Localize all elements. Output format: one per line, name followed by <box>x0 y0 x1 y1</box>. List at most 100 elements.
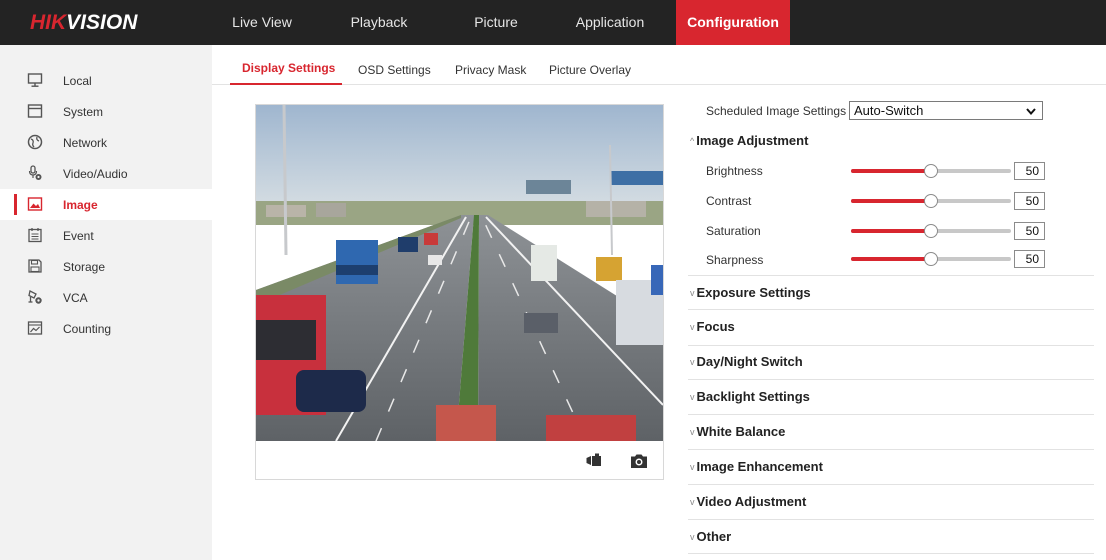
saturation-label: Saturation <box>706 224 761 238</box>
section-divider <box>688 519 1094 520</box>
camera-preview-image[interactable] <box>256 105 663 441</box>
sidebar-item-local[interactable]: Local <box>0 65 212 96</box>
preview-toolbar <box>256 441 663 479</box>
sidebar-item-label: Counting <box>63 322 112 336</box>
sidebar-item-storage[interactable]: Storage <box>0 251 212 282</box>
caret-down-icon: v <box>690 288 695 298</box>
focus-header[interactable]: v Focus <box>690 319 735 334</box>
caret-down-icon: v <box>690 427 695 437</box>
contrast-slider[interactable] <box>851 194 1011 208</box>
section-divider <box>688 379 1094 380</box>
section-divider <box>688 345 1094 346</box>
section-divider <box>688 484 1094 485</box>
slider-handle[interactable] <box>924 224 938 238</box>
sidebar-item-label: Video/Audio <box>63 167 128 181</box>
video-adjustment-header[interactable]: v Video Adjustment <box>690 494 806 509</box>
slider-handle[interactable] <box>924 164 938 178</box>
caret-down-icon: v <box>690 532 695 542</box>
caret-down-icon: v <box>690 392 695 402</box>
floppy-disk-icon <box>28 259 42 273</box>
sharpness-slider[interactable] <box>851 252 1011 266</box>
nav-live-view[interactable]: Live View <box>218 0 306 45</box>
sidebar-item-label: VCA <box>63 291 88 305</box>
nav-picture[interactable]: Picture <box>458 0 534 45</box>
nav-configuration[interactable]: Configuration <box>676 0 790 45</box>
section-title: Focus <box>696 319 735 334</box>
live-preview-panel <box>255 104 664 480</box>
section-divider <box>688 449 1094 450</box>
highway-scene <box>256 105 663 441</box>
section-title: Video Adjustment <box>696 494 807 509</box>
sub-tab-bar: Display Settings OSD Settings Privacy Ma… <box>212 45 1106 85</box>
section-divider <box>688 309 1094 310</box>
section-title: Day/Night Switch <box>696 354 803 369</box>
globe-icon <box>27 134 43 150</box>
record-video-icon[interactable] <box>586 453 604 469</box>
tab-display-settings[interactable]: Display Settings <box>242 61 335 75</box>
sidebar-item-event[interactable]: Event <box>0 220 212 251</box>
image-adjustment-header[interactable]: ^ Image Adjustment <box>690 133 808 148</box>
sidebar-item-label: System <box>63 105 104 119</box>
sidebar-item-vca[interactable]: VCA <box>0 282 212 313</box>
nav-application[interactable]: Application <box>560 0 660 45</box>
sidebar-item-label: Local <box>63 74 92 88</box>
section-title: Image Enhancement <box>696 459 823 474</box>
brightness-label: Brightness <box>706 164 763 178</box>
section-title: Exposure Settings <box>696 285 811 300</box>
snapshot-camera-icon[interactable] <box>630 453 648 469</box>
window-icon <box>27 104 43 118</box>
sidebar-item-label: Image <box>63 198 98 212</box>
sidebar-item-network[interactable]: Network <box>0 127 212 158</box>
scheduled-image-settings-select[interactable]: Auto-Switch <box>849 101 1043 120</box>
sidebar: Local System Network Video/Audio Image E… <box>0 45 212 560</box>
logo-white-part: VISION <box>66 11 138 34</box>
slider-handle[interactable] <box>924 252 938 266</box>
sidebar-item-video-audio[interactable]: Video/Audio <box>0 158 212 189</box>
top-navigation-bar: HIKVISION Live View Playback Picture App… <box>0 0 1106 45</box>
contrast-label: Contrast <box>706 194 752 208</box>
microphone-icon <box>28 165 42 180</box>
caret-down-icon: v <box>690 497 695 507</box>
chevron-down-icon <box>1026 108 1036 116</box>
monitor-icon <box>27 73 43 87</box>
day-night-switch-header[interactable]: v Day/Night Switch <box>690 354 803 369</box>
sharpness-value-input[interactable]: 50 <box>1014 250 1045 268</box>
brightness-slider[interactable] <box>851 164 1011 178</box>
sidebar-item-label: Network <box>63 136 108 150</box>
white-balance-header[interactable]: v White Balance <box>690 424 785 439</box>
caret-down-icon: v <box>690 462 695 472</box>
saturation-value-input[interactable]: 50 <box>1014 222 1045 240</box>
brightness-value-input[interactable]: 50 <box>1014 162 1045 180</box>
active-tab-indicator <box>230 83 342 85</box>
caret-down-icon: v <box>690 357 695 367</box>
sidebar-item-image[interactable]: Image <box>0 189 212 220</box>
image-adjustment-title: Image Adjustment <box>696 133 809 148</box>
logo-red-part: HIK <box>30 11 67 34</box>
saturation-slider[interactable] <box>851 224 1011 238</box>
nav-playback[interactable]: Playback <box>336 0 422 45</box>
other-header[interactable]: v Other <box>690 529 731 544</box>
sidebar-item-system[interactable]: System <box>0 96 212 127</box>
tab-privacy-mask[interactable]: Privacy Mask <box>455 63 526 77</box>
caret-down-icon: v <box>690 322 695 332</box>
counting-chart-icon <box>27 321 43 335</box>
section-divider <box>688 275 1094 276</box>
slider-fill <box>851 169 931 173</box>
tab-picture-overlay[interactable]: Picture Overlay <box>549 63 631 77</box>
slider-handle[interactable] <box>924 194 938 208</box>
scheduled-image-settings-value: Auto-Switch <box>854 103 924 118</box>
slider-fill <box>851 199 931 203</box>
vca-camera-icon <box>28 290 42 304</box>
section-title: Backlight Settings <box>696 389 810 404</box>
scheduled-image-settings-label: Scheduled Image Settings <box>706 104 847 118</box>
image-enhancement-header[interactable]: v Image Enhancement <box>690 459 823 474</box>
image-icon <box>27 197 43 211</box>
section-title: Other <box>696 529 732 544</box>
contrast-value-input[interactable]: 50 <box>1014 192 1045 210</box>
exposure-settings-header[interactable]: v Exposure Settings <box>690 285 811 300</box>
calendar-icon <box>28 228 42 243</box>
section-divider <box>688 414 1094 415</box>
backlight-settings-header[interactable]: v Backlight Settings <box>690 389 810 404</box>
sidebar-item-counting[interactable]: Counting <box>0 313 212 344</box>
tab-osd-settings[interactable]: OSD Settings <box>358 63 431 77</box>
